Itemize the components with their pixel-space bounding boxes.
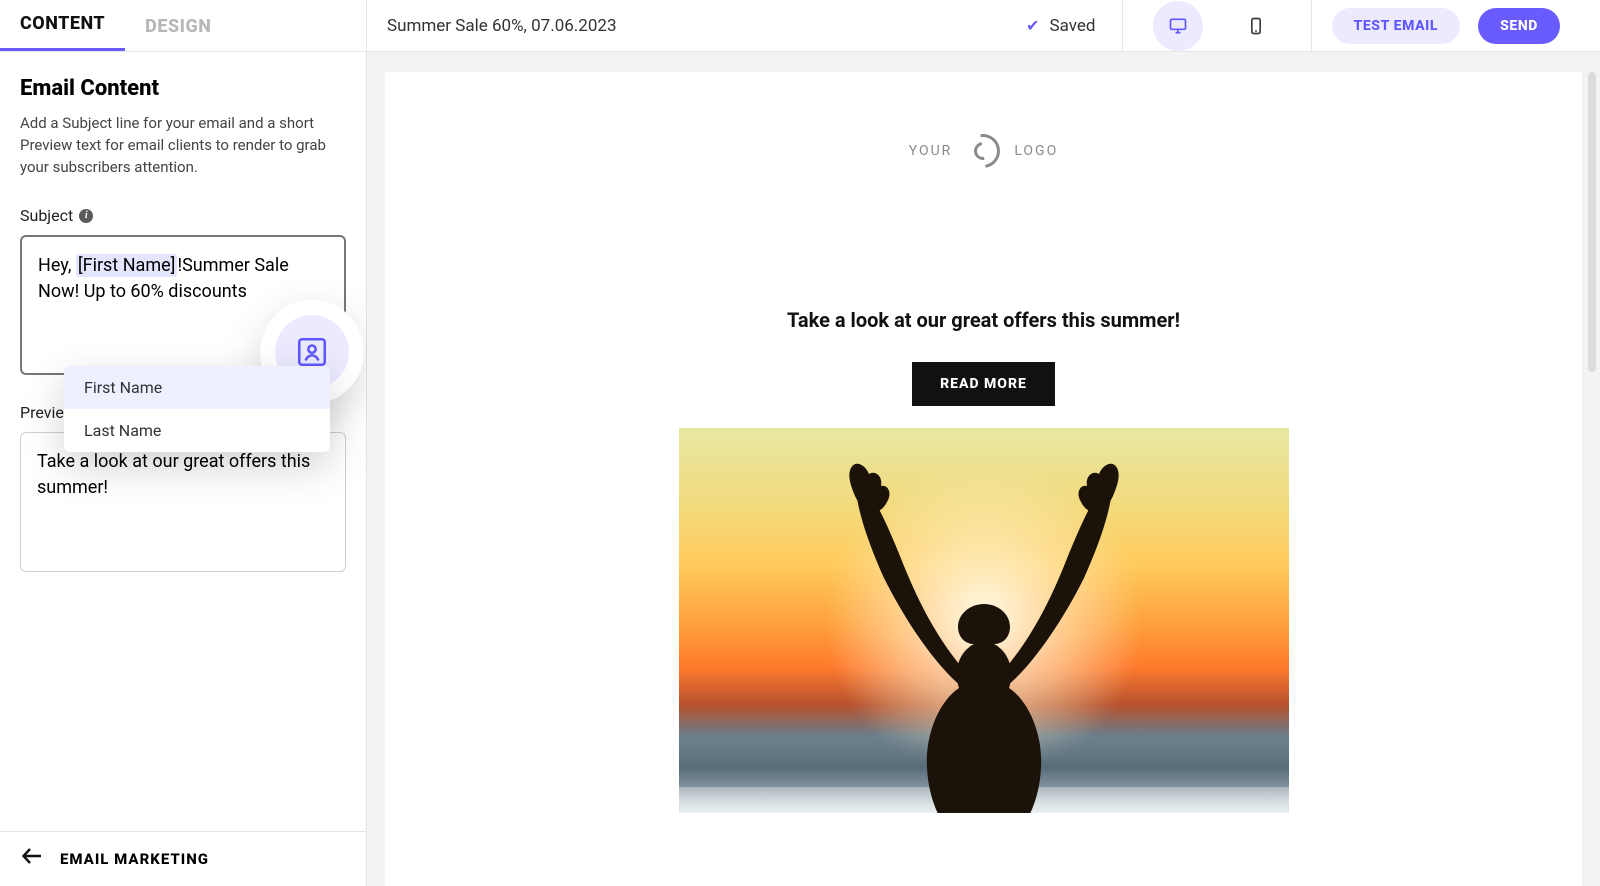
brand-left: YOUR (909, 143, 953, 159)
campaign-name[interactable]: Summer Sale 60%, 07.06.2023 (387, 16, 1000, 36)
saved-indicator: ✔ Saved (1000, 16, 1121, 36)
mobile-view-button[interactable] (1231, 1, 1281, 51)
hero-image (679, 428, 1289, 813)
action-buttons: TEST EMAIL SEND (1312, 8, 1581, 44)
read-more-button[interactable]: READ MORE (912, 362, 1055, 406)
send-button[interactable]: SEND (1478, 8, 1560, 44)
subject-label: Subject i (20, 206, 346, 225)
email-headline: Take a look at our great offers this sum… (787, 308, 1180, 332)
canvas-area: YOUR LOGO Take a look at our great offer… (367, 52, 1600, 886)
personalization-icon (295, 335, 329, 369)
tab-design[interactable]: DESIGN (125, 2, 231, 51)
info-icon[interactable]: i (79, 209, 93, 223)
dropdown-item-first-name[interactable]: First Name (64, 366, 330, 409)
sidebar: CONTENT DESIGN Email Content Add a Subje… (0, 0, 367, 886)
email-preview: YOUR LOGO Take a look at our great offer… (385, 72, 1582, 886)
logo-mark-icon (960, 127, 1007, 174)
back-to-email-marketing[interactable]: EMAIL MARKETING (0, 831, 366, 886)
mobile-icon (1246, 16, 1266, 36)
back-label: EMAIL MARKETING (60, 850, 209, 868)
desktop-icon (1168, 16, 1188, 36)
subject-label-text: Subject (20, 206, 73, 225)
subject-before: Hey, (38, 255, 76, 276)
canvas-scrollbar[interactable] (1588, 72, 1596, 792)
viewport-switch (1123, 1, 1311, 51)
subject-content: Hey, [First Name]!Summer Sale Now! Up to… (38, 254, 289, 302)
panel-description: Add a Subject line for your email and a … (20, 113, 346, 178)
panel-title: Email Content (20, 76, 346, 101)
silhouette-illustration (679, 448, 1289, 813)
test-email-button[interactable]: TEST EMAIL (1332, 8, 1461, 44)
tab-content[interactable]: CONTENT (0, 0, 125, 51)
sidebar-tabs: CONTENT DESIGN (0, 0, 366, 52)
preview-text-input[interactable]: Take a look at our great offers this sum… (20, 432, 346, 572)
merge-tag-first-name[interactable]: [First Name] (76, 254, 178, 277)
main: Summer Sale 60%, 07.06.2023 ✔ Saved (367, 0, 1600, 886)
preview-text-value: Take a look at our great offers this sum… (37, 451, 310, 498)
back-arrow-icon (20, 844, 44, 874)
brand-right: LOGO (1014, 143, 1058, 159)
topbar: Summer Sale 60%, 07.06.2023 ✔ Saved (367, 0, 1600, 52)
brand-logo-row: YOUR LOGO (909, 134, 1058, 168)
dropdown-item-last-name[interactable]: Last Name (64, 409, 330, 452)
desktop-view-button[interactable] (1153, 1, 1203, 51)
merge-tag-dropdown: First Name Last Name (64, 366, 330, 452)
check-icon: ✔ (1026, 16, 1039, 35)
saved-label: Saved (1050, 16, 1096, 36)
